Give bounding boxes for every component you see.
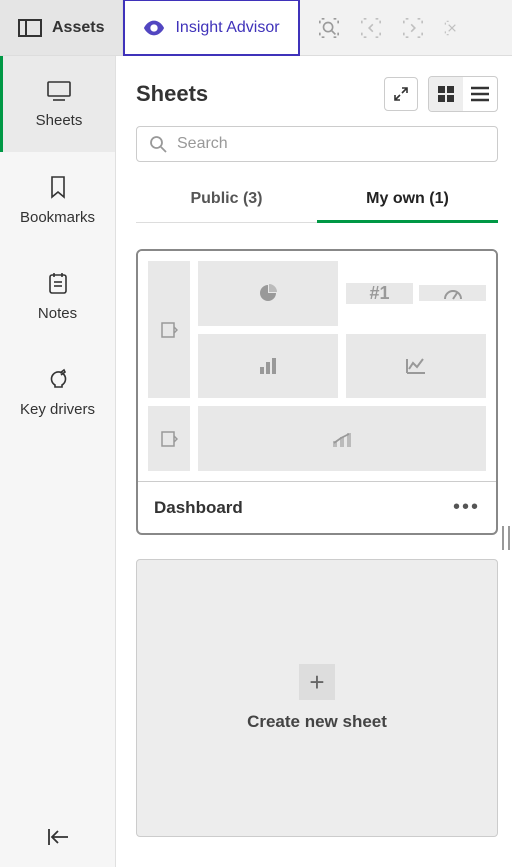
sheet-card-dashboard[interactable]: #1 Dashboard xyxy=(136,249,498,535)
assets-label: Assets xyxy=(52,19,104,37)
sidebar-label: Notes xyxy=(38,305,77,322)
main-header: Sheets xyxy=(136,76,498,112)
sheet-preview: #1 xyxy=(138,251,496,481)
topbar-tool-icons xyxy=(300,0,512,55)
bookmark-icon xyxy=(49,175,67,199)
sidebar-label: Key drivers xyxy=(20,401,95,418)
insight-advisor-button[interactable]: Insight Advisor xyxy=(123,0,299,56)
sidebar-item-notes[interactable]: Notes xyxy=(0,248,115,344)
search-box[interactable] xyxy=(136,126,498,162)
sheet-card-footer: Dashboard ••• xyxy=(138,481,496,533)
notes-icon xyxy=(47,271,69,295)
sheet-name: Dashboard xyxy=(154,498,243,518)
grid-view-button[interactable] xyxy=(429,77,463,111)
create-label: Create new sheet xyxy=(247,712,387,732)
preview-combo-icon xyxy=(198,406,486,471)
page-title: Sheets xyxy=(136,81,208,107)
create-new-sheet-card[interactable]: + Create new sheet xyxy=(136,559,498,837)
sidebar-item-sheets[interactable]: Sheets xyxy=(0,56,115,152)
view-toggle xyxy=(428,76,498,112)
body-wrap: Sheets Bookmarks Notes Key drivers Sheet… xyxy=(0,56,512,867)
search-input[interactable] xyxy=(177,135,485,153)
preview-bar-icon xyxy=(198,334,338,399)
sidebar-item-bookmarks[interactable]: Bookmarks xyxy=(0,152,115,248)
sidebar-label: Bookmarks xyxy=(20,209,95,226)
preview-pie-icon xyxy=(198,261,338,326)
list-view-button[interactable] xyxy=(463,77,497,111)
panel-resize-handle[interactable] xyxy=(502,526,510,550)
insight-icon xyxy=(143,17,165,39)
expand-button[interactable] xyxy=(384,77,418,111)
plus-icon: + xyxy=(299,664,335,700)
list-icon xyxy=(470,86,490,102)
insight-label: Insight Advisor xyxy=(175,19,279,37)
preview-kpi-row: #1 xyxy=(346,261,486,326)
sidebar: Sheets Bookmarks Notes Key drivers xyxy=(0,56,116,867)
preview-line-icon xyxy=(346,334,486,399)
sidebar-label: Sheets xyxy=(36,112,83,129)
tab-public[interactable]: Public (3) xyxy=(136,180,317,222)
selection-search-icon[interactable] xyxy=(318,17,340,39)
tab-my-own[interactable]: My own (1) xyxy=(317,180,498,222)
topbar: Assets Insight Advisor xyxy=(0,0,512,56)
step-back-icon[interactable] xyxy=(360,17,382,39)
sheet-more-button[interactable]: ••• xyxy=(453,496,480,519)
sheets-icon xyxy=(46,80,72,102)
header-actions xyxy=(384,76,498,112)
sidebar-item-key-drivers[interactable]: Key drivers xyxy=(0,344,115,440)
step-forward-icon[interactable] xyxy=(402,17,424,39)
collapse-sidebar-button[interactable] xyxy=(0,827,115,847)
panel-icon xyxy=(18,19,42,37)
preview-filter-icon-2 xyxy=(148,406,190,471)
expand-icon xyxy=(393,86,409,102)
assets-button[interactable]: Assets xyxy=(0,0,123,55)
preview-filter-icon xyxy=(148,261,190,398)
collapse-icon xyxy=(46,827,70,847)
grid-icon xyxy=(437,85,455,103)
main-panel: Sheets Public (3) My xyxy=(116,56,512,867)
preview-gauge-icon xyxy=(419,285,486,301)
sheet-tabs: Public (3) My own (1) xyxy=(136,180,498,223)
clear-selection-icon[interactable] xyxy=(444,17,460,39)
preview-kpi-label: #1 xyxy=(346,283,413,304)
search-icon xyxy=(149,135,167,153)
key-drivers-icon xyxy=(46,367,70,391)
